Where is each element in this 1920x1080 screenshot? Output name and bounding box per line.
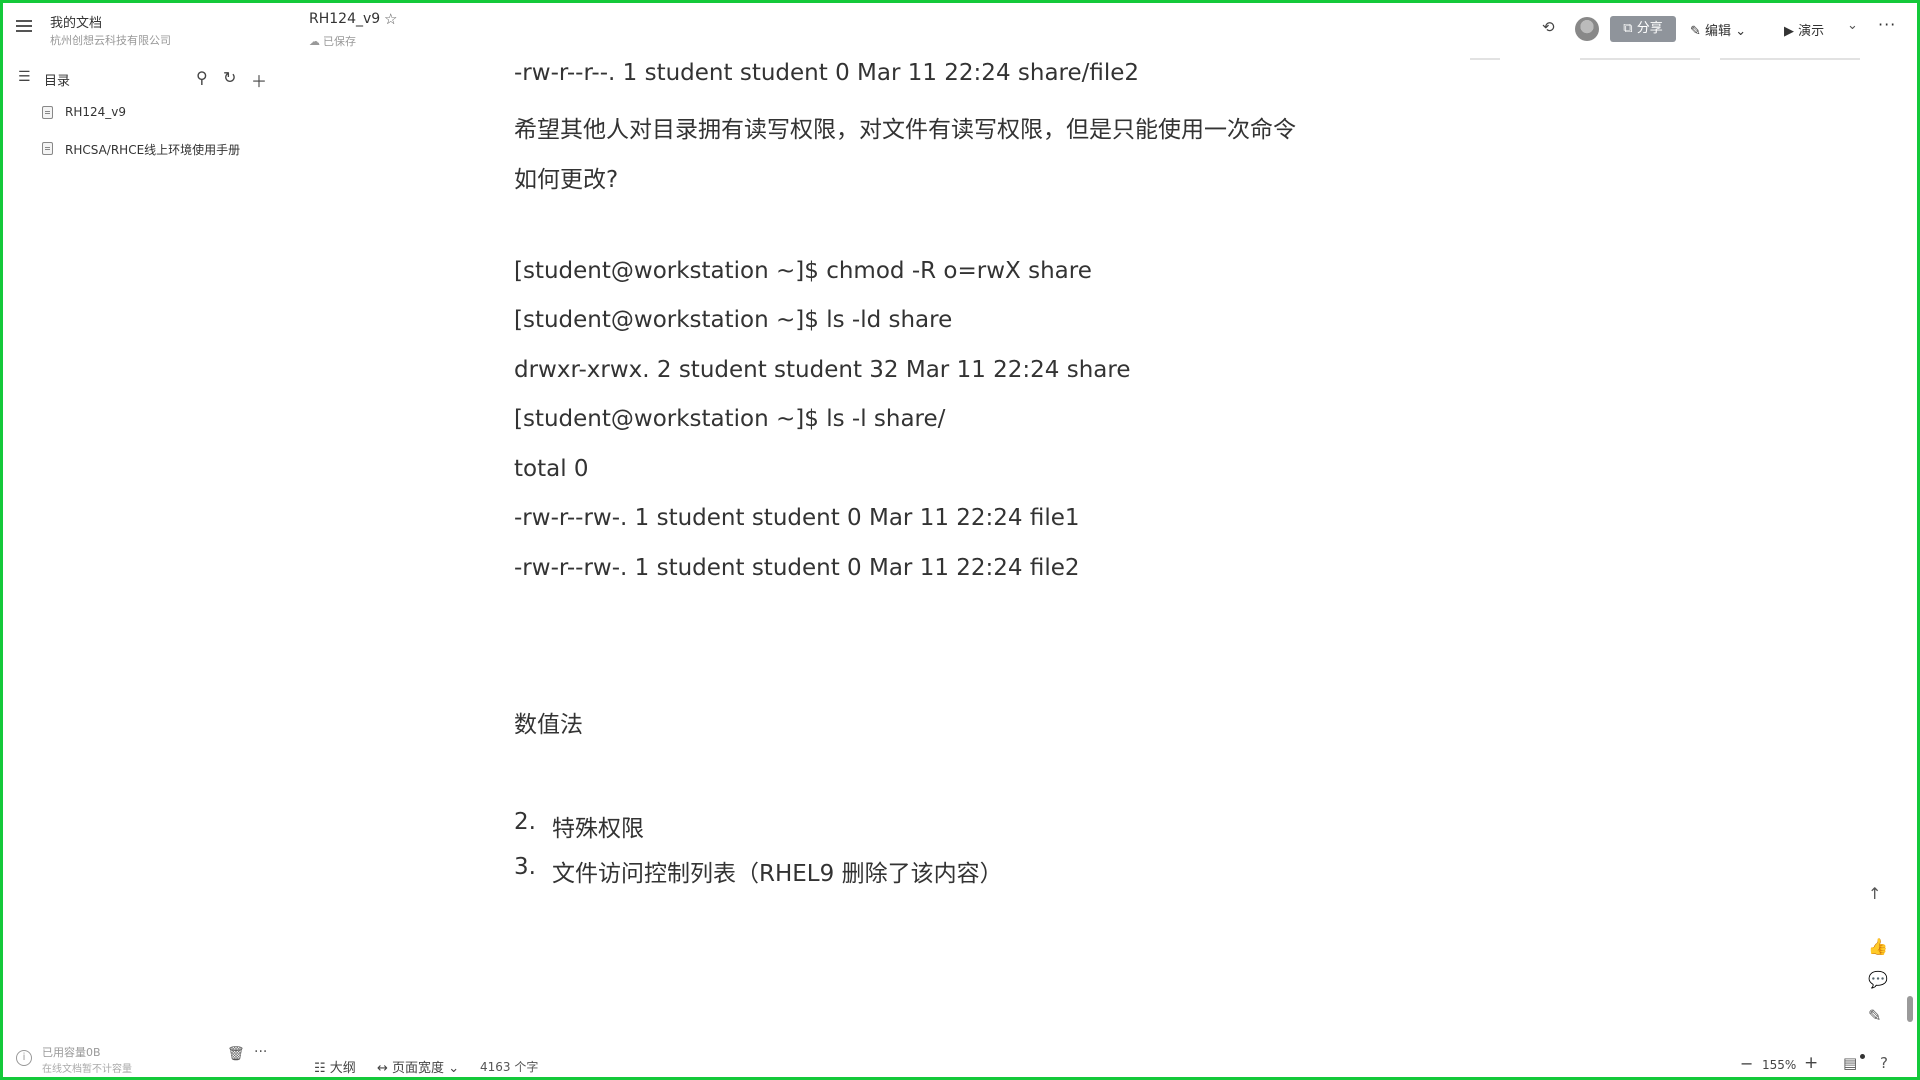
zoom-level[interactable]: 155%	[1762, 1058, 1796, 1072]
play-icon: ▶	[1784, 24, 1794, 39]
sidebar: ☰ 目录 ⚲ ↻ ＋ RH124_v9 RHCSA/RHCE线上环境使用手册	[0, 60, 290, 1050]
toc-label: 目录	[44, 74, 71, 89]
text-line: -rw-r--rw-. 1 student student 0 Mar 11 2…	[514, 555, 1080, 581]
workspace-name[interactable]: 我的文档	[50, 12, 102, 31]
search-icon[interactable]: ⚲	[196, 68, 208, 87]
toc-header: ☰ 目录 ⚲ ↻ ＋	[18, 68, 273, 92]
width-icon: ↔	[377, 1061, 388, 1076]
outline-icon: ☷	[314, 1061, 326, 1076]
cloud-icon: ☁	[309, 35, 320, 48]
back-to-top-icon[interactable]: ↑	[1868, 884, 1881, 903]
top-bar: 我的文档 杭州创想云科技有限公司 RH124_v9 ☆ ☁ 已保存 ⟲ ⧉ 分享 …	[0, 0, 1920, 60]
notification-dot	[1860, 1054, 1865, 1059]
star-icon[interactable]: ☆	[384, 10, 397, 28]
status-bar: i 已用容量0B 在线文档暂不计容量 🗑 ··· ☷ 大纲 ↔ 页面宽度 ⌄ 4…	[0, 1040, 1920, 1080]
section-heading: 数值法	[514, 712, 583, 738]
outline-button[interactable]: ☷ 大纲	[314, 1057, 356, 1076]
storage-note: 在线文档暂不计容量	[42, 1064, 132, 1075]
document-icon	[42, 142, 53, 155]
avatar[interactable]	[1575, 17, 1599, 41]
text-line: [student@workstation ~]$ ls -ld share	[514, 307, 953, 333]
text-line: total 0	[514, 456, 589, 482]
zoom-out-button[interactable]: −	[1740, 1054, 1753, 1073]
list-number: 3.	[514, 854, 536, 880]
share-button[interactable]: ⧉ 分享	[1610, 16, 1676, 42]
help-icon[interactable]: ?	[1880, 1054, 1888, 1072]
pencil-icon: ✎	[1690, 24, 1701, 39]
info-icon[interactable]: i	[16, 1050, 32, 1066]
storage-used: 已用容量0B	[42, 1046, 101, 1059]
text-line: 希望其他人对目录拥有读写权限，对文件有读写权限，但是只能使用一次命令	[514, 117, 1296, 143]
zoom-in-button[interactable]: +	[1804, 1053, 1818, 1073]
faint-decoration	[1720, 58, 1860, 60]
chevron-down-icon: ⌄	[448, 1061, 460, 1076]
document-icon	[42, 106, 53, 119]
more-options-button[interactable]: ···	[1878, 15, 1896, 34]
list-item: 特殊权限	[552, 816, 644, 842]
share-icon: ⧉	[1623, 21, 1633, 36]
present-label: 演示	[1798, 24, 1825, 39]
save-status: ☁ 已保存	[309, 33, 356, 49]
text-line: [student@workstation ~]$ chmod -R o=rwX …	[514, 258, 1092, 284]
comment-icon[interactable]: 💬	[1868, 970, 1888, 989]
toc-icon: ☰	[18, 69, 31, 85]
text-line: drwxr-xrwx. 2 student student 32 Mar 11 …	[514, 357, 1131, 383]
faint-decoration	[1470, 58, 1500, 60]
edit-button[interactable]: ✎ 编辑 ⌄	[1690, 20, 1746, 39]
page-width-button[interactable]: ↔ 页面宽度 ⌄	[377, 1057, 459, 1076]
sidebar-item-label: RH124_v9	[65, 105, 127, 119]
text-line: -rw-r--rw-. 1 student student 0 Mar 11 2…	[514, 505, 1080, 531]
workspace-org: 杭州创想云科技有限公司	[50, 34, 171, 47]
chevron-down-icon: ⌄	[1735, 24, 1747, 39]
sidebar-more-button[interactable]: ···	[254, 1044, 267, 1060]
faint-decoration	[1580, 58, 1700, 60]
assistant-icon[interactable]: ✎	[1868, 1006, 1881, 1025]
share-label: 分享	[1636, 21, 1663, 36]
present-dropdown-icon[interactable]: ⌄	[1847, 18, 1858, 33]
plus-icon[interactable]: ＋	[251, 68, 267, 92]
menu-icon[interactable]	[16, 20, 32, 32]
sidebar-item-label: RHCSA/RHCE线上环境使用手册	[65, 143, 241, 157]
list-item: 文件访问控制列表（RHEL9 删除了该内容）	[552, 861, 1003, 887]
text-line: [student@workstation ~]$ ls -l share/	[514, 406, 946, 432]
reader-icon[interactable]: ▤	[1843, 1054, 1857, 1072]
refresh-icon[interactable]: ↻	[223, 68, 236, 87]
save-status-text: 已保存	[323, 35, 356, 48]
text-line: -rw-r--r--. 1 student student 0 Mar 11 2…	[514, 60, 1140, 86]
text-line: 如何更改?	[514, 167, 619, 193]
edit-label: 编辑	[1705, 24, 1732, 39]
outline-label: 大纲	[329, 1061, 356, 1076]
present-button[interactable]: ▶ 演示	[1784, 20, 1824, 39]
page-width-label: 页面宽度	[392, 1061, 445, 1076]
word-count: 4163 个字	[480, 1060, 539, 1074]
like-icon[interactable]: 👍	[1868, 937, 1888, 956]
scrollbar-thumb[interactable]	[1907, 996, 1913, 1022]
trash-icon[interactable]: 🗑	[227, 1046, 245, 1062]
list-number: 2.	[514, 809, 536, 835]
history-icon[interactable]: ⟲	[1542, 18, 1555, 36]
document-title[interactable]: RH124_v9	[309, 11, 380, 27]
